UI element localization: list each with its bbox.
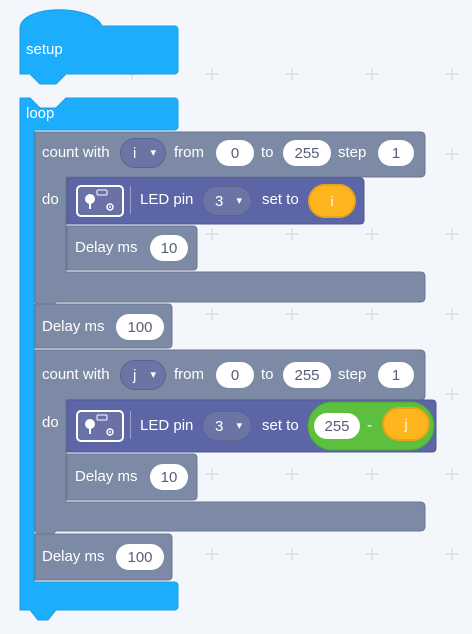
delay-mid-input[interactable]: 100 [116,314,164,340]
count-with-2-step-label: step [338,366,367,383]
led-2-pin: 3 [215,417,224,435]
delay-end-label: Delay ms [42,548,105,565]
count-with-2-var: j [133,366,137,384]
delay-inner-1-input[interactable]: 10 [150,235,188,261]
led-1-label: LED pin [140,191,194,208]
count-with-2-from-input[interactable]: 0 [216,362,254,388]
count-with-2-step-input[interactable]: 1 [378,362,414,388]
chevron-down-icon: ▾ [236,420,242,432]
led-1-pin-dropdown[interactable]: 3 ▾ [202,186,252,216]
count-with-1-step-input[interactable]: 1 [378,140,414,166]
count-with-1-var: i [133,144,137,162]
delay-mid-label: Delay ms [42,318,105,335]
loop-label: loop [26,105,55,122]
count-with-2-label: count with [42,366,110,383]
count-with-1-step-label: step [338,144,367,161]
count-with-1-var-dropdown[interactable]: i ▾ [120,138,166,168]
led-1-pin: 3 [215,192,224,210]
count-with-2-do-label: do [42,414,59,431]
led-2-separator [130,411,131,439]
led-2-pin-dropdown[interactable]: 3 ▾ [202,411,252,441]
count-with-2-to-label: to [261,366,274,383]
count-with-2-var-dropdown[interactable]: j ▾ [120,360,166,390]
delay-inner-2-input[interactable]: 10 [150,464,188,490]
variable-j-reporter[interactable]: j [382,407,430,441]
count-with-1-label: count with [42,144,110,161]
chevron-down-icon: ▾ [150,369,156,381]
delay-end-input[interactable]: 100 [116,544,164,570]
count-with-2-from-label: from [174,366,204,383]
minus-operator-symbol: - [367,417,372,434]
chevron-down-icon: ▾ [236,195,242,207]
led-module-icon [76,185,124,217]
count-with-1-from-input[interactable]: 0 [216,140,254,166]
chevron-down-icon: ▾ [150,147,156,159]
count-with-1-to-input[interactable]: 255 [283,140,331,166]
count-with-1-from-label: from [174,144,204,161]
minus-operator-minuend-input[interactable]: 255 [314,413,360,439]
led-1-separator [130,186,131,214]
count-with-2-to-input[interactable]: 255 [283,362,331,388]
delay-inner-2-label: Delay ms [75,468,138,485]
setup-label: setup [26,41,63,58]
led-2-label: LED pin [140,417,194,434]
led-module-icon [76,410,124,442]
variable-i-reporter[interactable]: i [308,184,356,218]
count-with-1-do-label: do [42,191,59,208]
led-2-set-to-label: set to [262,417,299,434]
delay-inner-1-label: Delay ms [75,239,138,256]
count-with-1-to-label: to [261,144,274,161]
led-1-set-to-label: set to [262,191,299,208]
